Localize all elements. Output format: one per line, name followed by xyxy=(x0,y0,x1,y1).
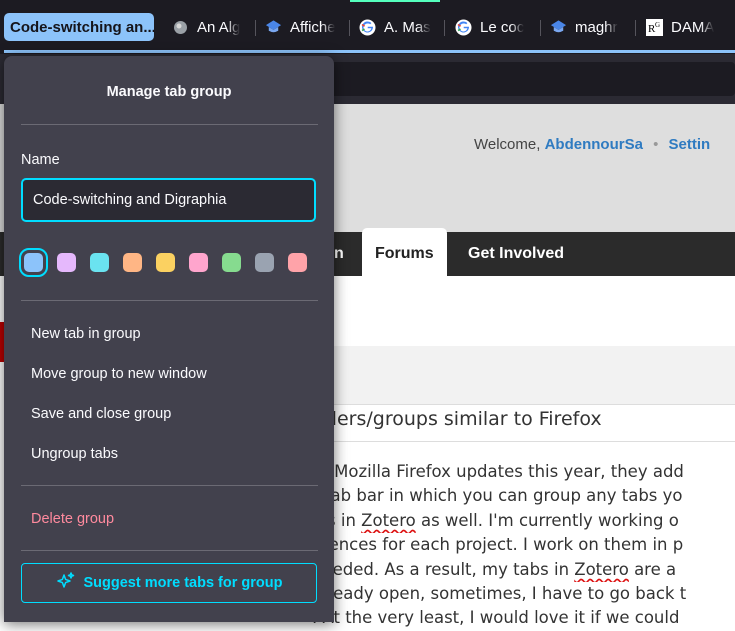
color-swatch[interactable] xyxy=(19,248,48,277)
menu-item-get-involved[interactable]: Get Involved xyxy=(468,232,564,276)
tab-dama[interactable]: RG DAMA xyxy=(646,13,716,41)
post-line: needed. As a result, my tabs in Zotero a… xyxy=(312,558,735,582)
tab-separator xyxy=(540,20,541,36)
tab-separator xyxy=(255,20,256,36)
welcome-prefix: Welcome, xyxy=(474,136,541,153)
divider xyxy=(21,485,318,486)
group-name-input[interactable] xyxy=(21,178,316,222)
sparkle-icon xyxy=(56,571,76,595)
name-label: Name xyxy=(21,152,60,168)
divider xyxy=(21,124,318,125)
save-close-group-item[interactable]: Save and close group xyxy=(31,406,171,422)
tab-separator xyxy=(349,20,350,36)
settings-link[interactable]: Settin xyxy=(669,136,711,153)
post-text: needed. As a result, my tabs in xyxy=(312,559,575,579)
post-text: are a xyxy=(628,559,677,579)
color-swatch[interactable] xyxy=(288,253,307,272)
spellcheck-word: Zotero xyxy=(361,510,416,530)
divider xyxy=(21,300,318,301)
tab-strip: Code-switching an... An Alg Affiche A. M… xyxy=(0,0,735,54)
tab-label: DAMA xyxy=(671,18,715,36)
globe-icon xyxy=(172,19,189,36)
post-line: already open, sometimes, I have to go ba… xyxy=(312,582,735,606)
post-body: nt Mozilla Firefox updates this year, th… xyxy=(312,460,735,631)
menu-item-forums[interactable]: Forums xyxy=(362,228,447,276)
tab-an-alg[interactable]: An Alg xyxy=(172,13,242,41)
move-group-item[interactable]: Move group to new window xyxy=(31,366,207,382)
delete-group-item[interactable]: Delete group xyxy=(31,511,114,527)
tab-label: Affiche xyxy=(290,18,335,36)
mortarboard-icon xyxy=(265,19,282,36)
tab-affiche[interactable]: Affiche xyxy=(265,13,335,41)
separator-dot: • xyxy=(653,136,659,153)
username-link[interactable]: AbdennourSa xyxy=(545,136,643,153)
color-swatch[interactable] xyxy=(255,253,274,272)
color-swatch[interactable] xyxy=(222,253,241,272)
tab-group-label[interactable]: Code-switching an... xyxy=(4,13,154,41)
post-text: . At the very least, I would love it if … xyxy=(312,608,680,628)
tab-le-coc[interactable]: Le coc xyxy=(455,13,527,41)
active-tab-indicator xyxy=(350,0,440,2)
panel-title: Manage tab group xyxy=(106,84,232,100)
post-text: nt Mozilla Firefox updates this year, th… xyxy=(312,462,684,481)
color-swatch[interactable] xyxy=(156,253,175,272)
svg-text:G: G xyxy=(655,21,660,29)
welcome-text: Welcome, AbdennourSa • Settin xyxy=(474,136,710,153)
post-text: erences for each project. I work on them… xyxy=(312,535,684,555)
post-line: nt Mozilla Firefox updates this year, th… xyxy=(312,460,735,484)
ungroup-tabs-item[interactable]: Ungroup tabs xyxy=(31,446,118,462)
suggest-tabs-button[interactable]: Suggest more tabs for group xyxy=(21,563,317,603)
tab-a-mas[interactable]: A. Mas xyxy=(359,13,431,41)
new-tab-in-group-item[interactable]: New tab in group xyxy=(31,326,141,342)
color-swatch[interactable] xyxy=(90,253,109,272)
mortarboard-icon xyxy=(550,19,567,36)
url-bar[interactable] xyxy=(330,62,735,96)
google-icon xyxy=(359,19,376,36)
color-swatch[interactable] xyxy=(57,253,76,272)
post-line: . At the very least, I would love it if … xyxy=(312,606,735,630)
tab-separator xyxy=(635,20,636,36)
post-line: his in Zotero as well. I'm currently wor… xyxy=(312,509,735,533)
google-icon xyxy=(455,19,472,36)
suggest-tabs-label: Suggest more tabs for group xyxy=(83,575,283,591)
tab-label: maghr xyxy=(575,18,618,36)
tab-label: Le coc xyxy=(480,18,525,36)
post-text: already open, sometimes, I have to go ba… xyxy=(312,584,687,604)
tab-separator xyxy=(444,20,445,36)
post-text: tab bar in which you can group any tabs … xyxy=(318,486,683,506)
color-swatch[interactable] xyxy=(123,253,142,272)
researchgate-icon: RG xyxy=(646,18,663,36)
topic-title: olders/groups similar to Firefox xyxy=(308,408,602,430)
tab-maghr[interactable]: maghr xyxy=(550,13,622,41)
tab-group-underline xyxy=(4,50,735,53)
manage-tab-group-panel: Manage tab group Name New tab in group M… xyxy=(4,56,334,622)
tab-label: An Alg xyxy=(197,18,241,36)
post-text: as well. I'm currently working o xyxy=(415,510,679,530)
post-line: r tab bar in which you can group any tab… xyxy=(312,484,735,508)
post-line: erences for each project. I work on them… xyxy=(312,533,735,557)
color-swatch[interactable] xyxy=(189,253,208,272)
divider xyxy=(21,550,318,551)
menu-item-partial[interactable]: n xyxy=(334,232,344,276)
tab-label: A. Mas xyxy=(384,18,431,36)
spellcheck-word: Zotero xyxy=(574,559,629,579)
